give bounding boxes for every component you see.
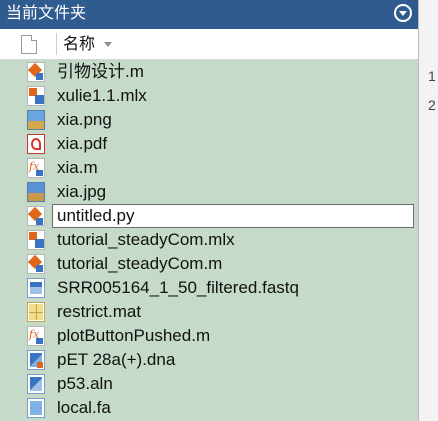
jpg-image-icon — [27, 182, 45, 202]
pdf-file-icon — [27, 134, 45, 154]
current-folder-panel: 当前文件夹 名称 引物设计.m xulie1.1.mlx xia.png xia… — [0, 0, 418, 421]
matlab-function-icon — [27, 158, 45, 178]
panel-title: 当前文件夹 — [6, 5, 87, 22]
file-name: tutorial_steadyCom.m — [57, 254, 223, 273]
panel-titlebar: 当前文件夹 — [0, 0, 418, 29]
file-row[interactable]: pET 28a(+).dna — [0, 348, 418, 372]
column-divider[interactable] — [56, 33, 57, 55]
name-column-header[interactable]: 名称 — [63, 36, 95, 54]
file-row[interactable]: p53.aln — [0, 372, 418, 396]
fasta-file-icon — [27, 398, 45, 418]
sort-descending-icon[interactable] — [104, 42, 112, 47]
file-name: xia.jpg — [57, 182, 107, 201]
file-name: xia.png — [57, 110, 112, 129]
file-row[interactable]: plotButtonPushed.m — [0, 324, 418, 348]
column-header-row: 名称 — [0, 29, 418, 60]
matlab-script-icon — [27, 62, 45, 82]
png-image-icon — [27, 110, 45, 130]
file-type-column-icon[interactable] — [21, 35, 37, 54]
file-row[interactable]: 引物设计.m — [0, 60, 418, 84]
alignment-file-icon — [27, 374, 45, 394]
mat-file-icon — [27, 302, 45, 322]
rename-box[interactable] — [52, 204, 414, 228]
file-row[interactable]: tutorial_steadyCom.mlx — [0, 228, 418, 252]
file-row[interactable]: xulie1.1.mlx — [0, 84, 418, 108]
file-row-editing[interactable] — [0, 204, 418, 228]
file-name: 引物设计.m — [57, 62, 144, 81]
file-row[interactable]: xia.png — [0, 108, 418, 132]
file-row[interactable]: restrict.mat — [0, 300, 418, 324]
file-name: p53.aln — [57, 374, 113, 393]
sequence-data-icon — [27, 278, 45, 298]
file-name: SRR005164_1_50_filtered.fastq — [57, 278, 299, 297]
matlab-function-icon — [27, 326, 45, 346]
file-name: xia.pdf — [57, 134, 108, 153]
rename-input[interactable] — [57, 206, 387, 226]
file-list[interactable]: 引物设计.m xulie1.1.mlx xia.png xia.pdf xia.… — [0, 60, 418, 421]
file-row[interactable]: local.fa — [0, 396, 418, 420]
file-row[interactable]: tutorial_steadyCom.m — [0, 252, 418, 276]
file-name: restrict.mat — [57, 302, 142, 321]
file-row[interactable]: xia.pdf — [0, 132, 418, 156]
panel-menu-dropdown-icon[interactable] — [394, 4, 412, 22]
file-name: tutorial_steadyCom.mlx — [57, 230, 235, 249]
matlab-script-icon — [27, 254, 45, 274]
live-script-icon — [27, 230, 45, 250]
file-name: xulie1.1.mlx — [57, 86, 147, 105]
file-row[interactable]: SRR005164_1_50_filtered.fastq — [0, 276, 418, 300]
file-name: pET 28a(+).dna — [57, 350, 176, 369]
file-row[interactable]: xia.m — [0, 156, 418, 180]
line-number: 1 — [428, 68, 436, 84]
dna-file-icon — [27, 350, 45, 370]
live-script-icon — [27, 86, 45, 106]
file-row[interactable]: xia.jpg — [0, 180, 418, 204]
editor-gutter: 1 2 — [418, 0, 438, 421]
line-number: 2 — [428, 97, 436, 113]
file-name: local.fa — [57, 398, 111, 417]
python-file-icon — [27, 206, 45, 226]
file-name: plotButtonPushed.m — [57, 326, 211, 345]
file-name: xia.m — [57, 158, 98, 177]
